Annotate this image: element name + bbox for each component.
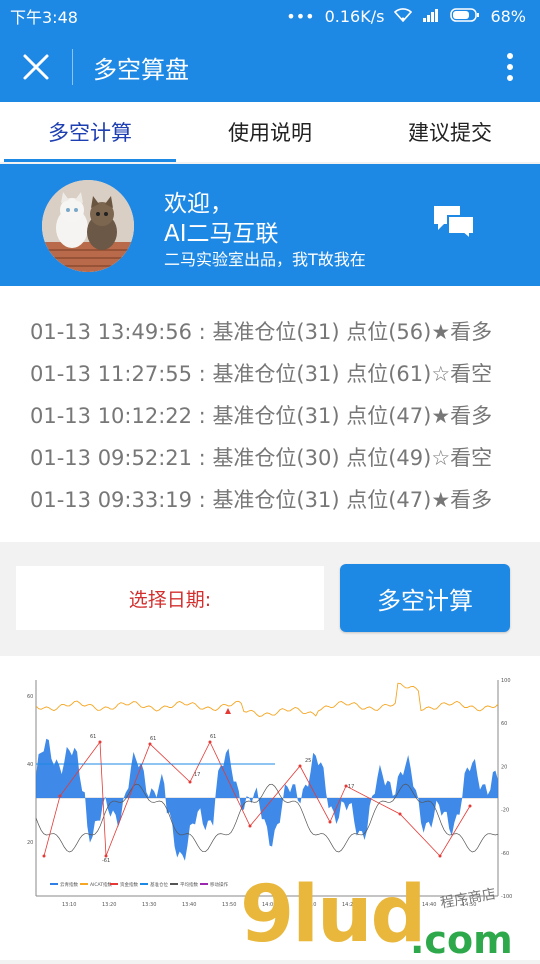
tab-bar: 多空计算 使用说明 建议提交 [0, 102, 540, 162]
chart-red-point [58, 794, 62, 798]
avatar [42, 180, 134, 272]
watermark-domain: .com [410, 918, 513, 962]
more-vertical-icon [507, 53, 513, 81]
chart-marker [225, 708, 231, 714]
chart-legend-label: 云青指数 [60, 881, 78, 888]
chart-y-tick-label: 60 [27, 694, 33, 700]
chart-point-label: 17 [348, 784, 354, 790]
welcome-username: AI二马互联 [164, 221, 279, 247]
title-bar: 多空算盘 [0, 32, 540, 102]
chart-y-right-tick-label: -20 [501, 808, 509, 814]
status-time: 下午3:48 [10, 8, 78, 27]
chart-red-point [398, 812, 402, 816]
chart-x-tick-label: 13:20 [102, 902, 116, 908]
chart-red-point [42, 854, 46, 858]
chart-point-label: 61 [90, 734, 96, 740]
chart-point-label: 61 [150, 736, 156, 742]
battery-level: 68% [490, 6, 526, 26]
chart-point-label: 61 [210, 734, 216, 740]
chart-legend-label: 平均指数 [180, 881, 198, 888]
chart-red-point [248, 824, 252, 828]
watermark-logo: 9lud [240, 870, 426, 960]
chat-button[interactable] [432, 204, 476, 244]
date-picker[interactable]: 选择日期: [16, 566, 324, 630]
status-indicators: ••• 0.16K/s 68% [286, 7, 526, 26]
signal-icon [422, 7, 440, 26]
chart-point-label: 25 [305, 758, 311, 764]
chart-y-right-tick-label: 60 [501, 721, 507, 727]
welcome-subtitle: 二马实验室出品，我T故我在 [164, 250, 366, 269]
chart-point-label: -61 [102, 858, 110, 864]
page-title: 多空算盘 [93, 55, 189, 84]
chart-legend-label: AICAT指数 [90, 881, 113, 888]
list-item: 01-13 13:49:56 : 基准仓位(31) 点位(56)★看多 [30, 320, 493, 344]
network-speed: 0.16K/s [324, 6, 385, 26]
list-item: 01-13 09:52:21 : 基准仓位(30) 点位(49)☆看空 [30, 446, 493, 470]
chart-x-tick-label: 13:30 [142, 902, 156, 908]
chat-bubbles-icon [434, 206, 475, 242]
chart-red-point [188, 780, 192, 784]
chart-red-point [328, 820, 332, 824]
chart-red-point [208, 740, 212, 744]
welcome-greeting: 欢迎， [164, 191, 233, 217]
calculate-button[interactable]: 多空计算 [340, 564, 510, 632]
chart-red-point [468, 804, 472, 808]
wifi-icon [394, 7, 413, 26]
close-button[interactable] [0, 32, 72, 102]
chart-y-right-tick-label: 20 [501, 764, 507, 770]
status-bar: 下午3:48 ••• 0.16K/s 68% [0, 0, 540, 32]
chart-y-tick-label: 40 [27, 762, 33, 768]
chart-legend-label: 基准仓位 [150, 881, 168, 888]
list-item: 01-13 11:27:55 : 基准仓位(31) 点位(61)☆看空 [30, 362, 493, 386]
chart-x-tick-label: 13:50 [222, 902, 236, 908]
tab-suggestions[interactable]: 建议提交 [360, 102, 540, 162]
chart-y-right-tick-label: 100 [501, 678, 511, 684]
chart-y-tick-label: 20 [27, 840, 33, 846]
list-item: 01-13 09:33:19 : 基准仓位(31) 点位(47)★看多 [30, 488, 493, 512]
chart-red-point [98, 740, 102, 744]
chart-y-right-tick-label: -60 [501, 851, 509, 857]
chart-red-point [438, 854, 442, 858]
chart-legend-label: 移动操作 [210, 881, 228, 888]
list-item: 01-13 10:12:22 : 基准仓位(31) 点位(47)★看多 [30, 404, 493, 428]
chart-orange-series [35, 682, 499, 717]
chart-legend-label: 资金指数 [120, 881, 138, 888]
chart-x-tick-label: 13:10 [62, 902, 76, 908]
more-dots-icon: ••• [286, 6, 315, 26]
title-divider [72, 49, 73, 85]
more-menu-button[interactable] [480, 32, 540, 102]
chart-point-label: 17 [194, 772, 200, 778]
date-picker-label: 选择日期: [128, 588, 212, 611]
close-icon [23, 54, 49, 80]
chart-red-point [148, 742, 152, 746]
tab-long-short-calc[interactable]: 多空计算 [0, 102, 180, 162]
tab-instructions[interactable]: 使用说明 [180, 102, 360, 162]
battery-icon [450, 7, 480, 26]
records-list: 01-13 13:49:56 : 基准仓位(31) 点位(56)★看多 01-1… [0, 286, 540, 542]
chart-y-right-tick-label: -100 [501, 894, 512, 900]
chart-x-tick-label: 13:40 [182, 902, 196, 908]
chart-red-point [298, 764, 302, 768]
